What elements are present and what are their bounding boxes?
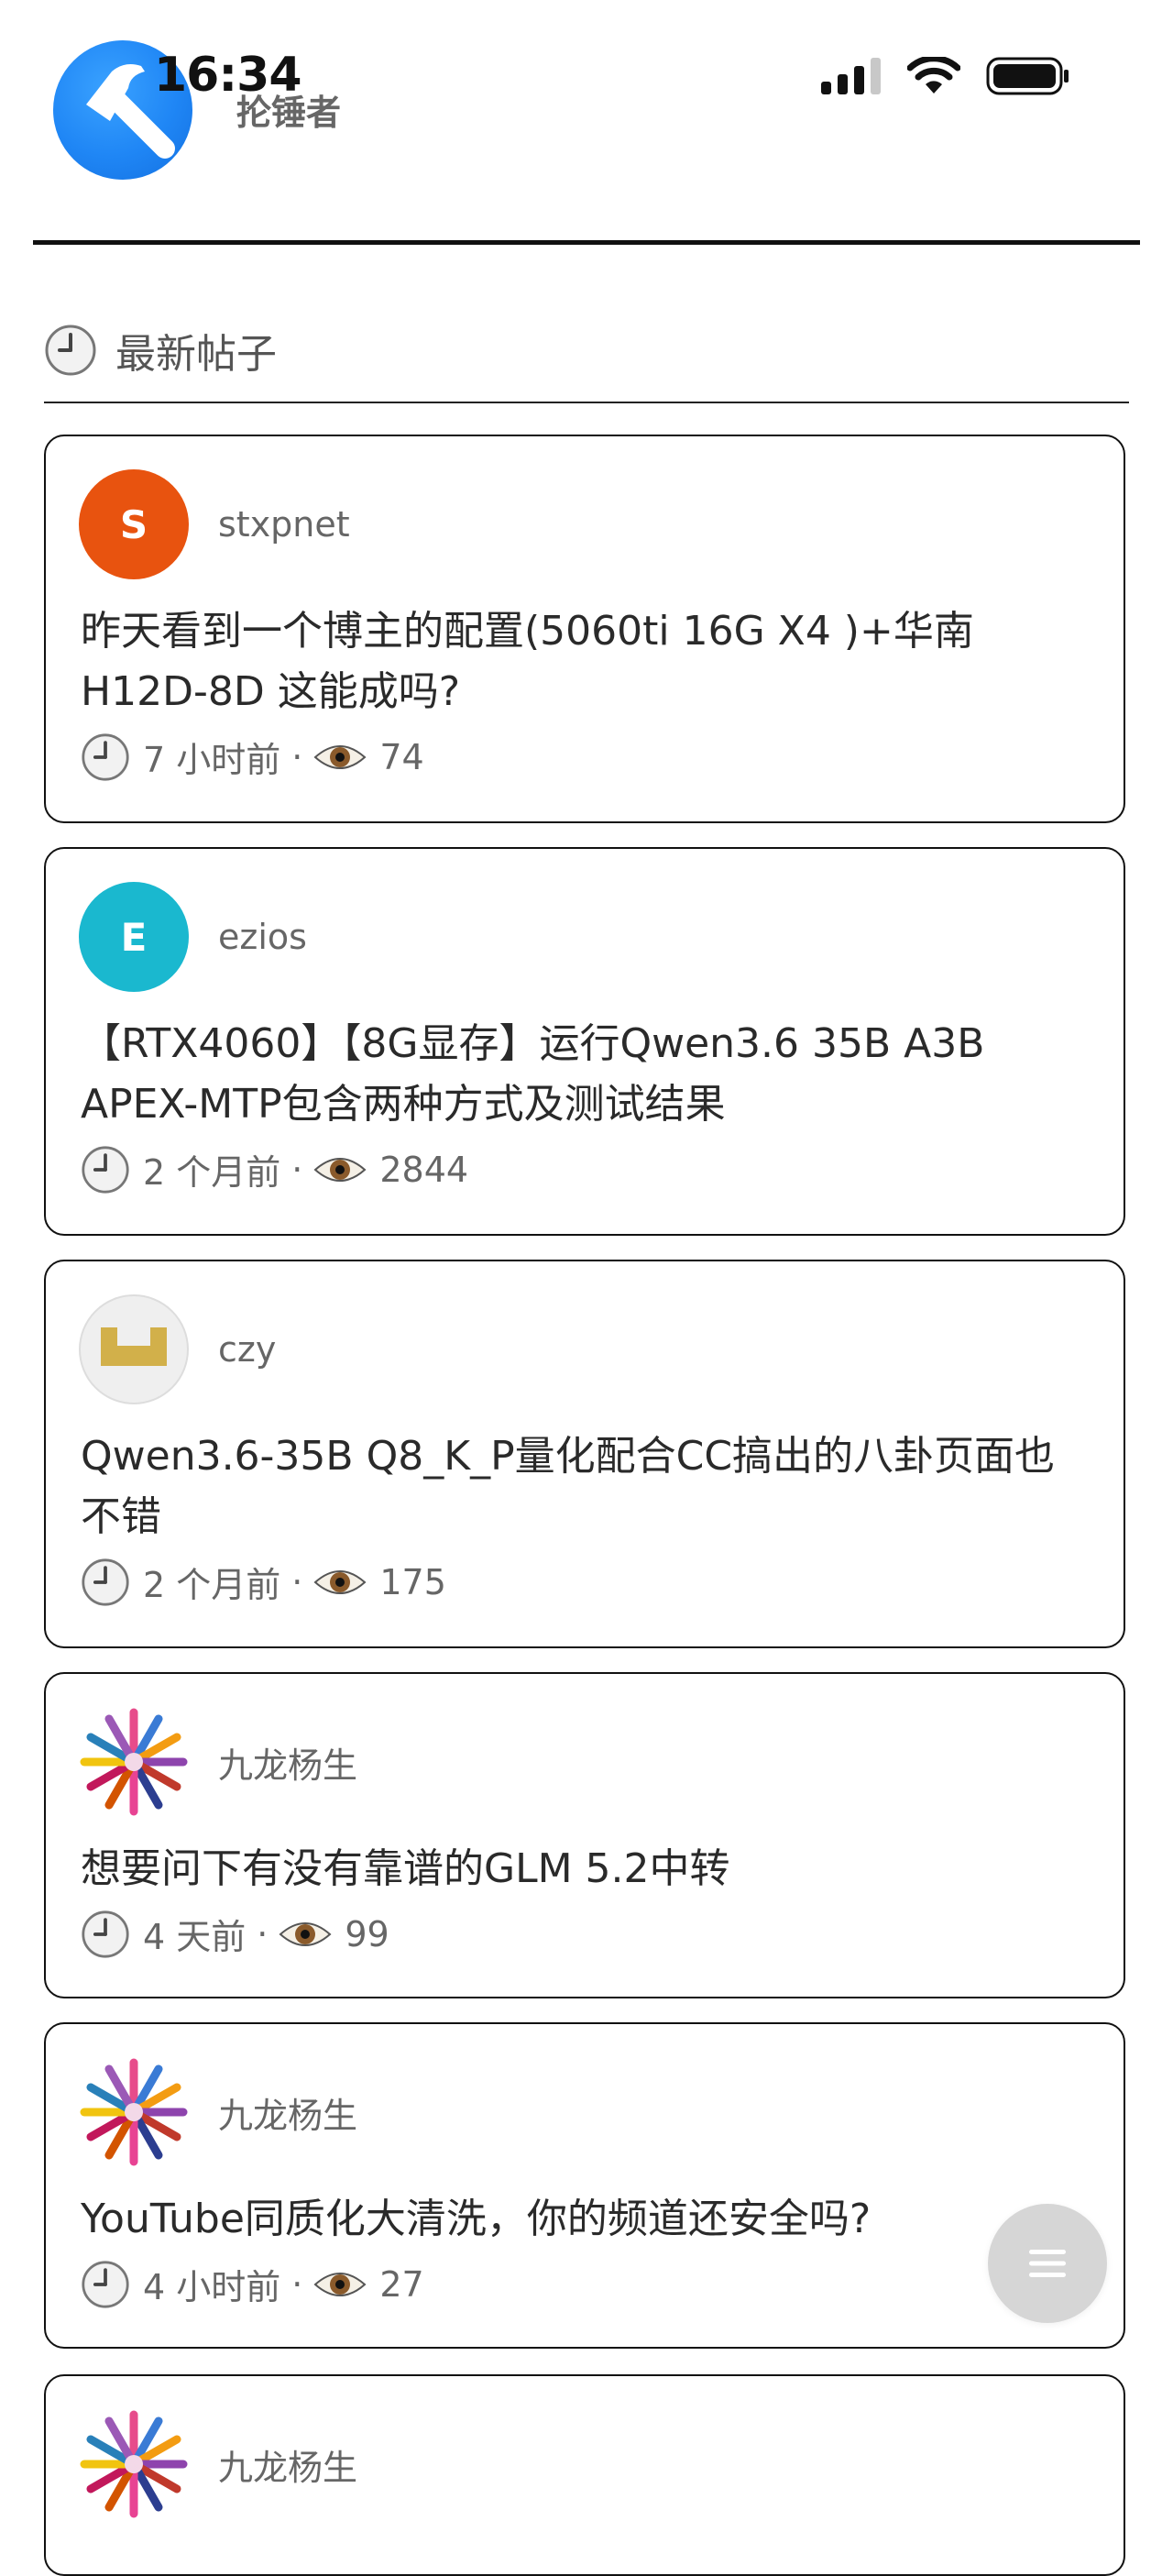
wifi-icon [907,57,960,94]
post-title[interactable]: 【RTX4060】【8G显存】运行Qwen3.6 35B A3B APEX-MT… [81,1014,1087,1135]
post-views: 175 [379,1561,446,1602]
post-time: 4 天前 [143,1917,247,1957]
post-title[interactable]: YouTube同质化大清洗，你的频道还安全吗? [81,2189,1087,2250]
post-title[interactable]: 昨天看到一个博主的配置(5060ti 16G X4 )+华南H12D-8D 这能… [81,601,1087,722]
post-meta: 4 小时前 · 27 [81,2259,424,2309]
eye-icon [313,2272,367,2296]
post-card[interactable]: czy Qwen3.6-35B Q8_K_P量化配合CC搞出的八卦页面也不错 2… [44,1260,1125,1648]
section-divider [44,402,1129,403]
starburst-avatar [80,2058,188,2166]
identicon-avatar [101,1327,167,1366]
post-card[interactable]: 九龙杨生 [44,2374,1125,2576]
author-name[interactable]: 九龙杨生 [218,1737,357,1788]
post-card[interactable]: 九龙杨生 想要问下有没有靠谱的GLM 5.2中转 4 天前 · 99 [44,1672,1125,1998]
post-time: 4 小时前 [143,2267,281,2307]
eye-icon [313,744,367,769]
meta-separator: · [291,1149,303,1190]
clock-icon [82,1558,129,1606]
avatar-letter: S [119,501,148,547]
starburst-avatar [80,1708,188,1816]
post-time: 2 个月前 [143,1565,281,1605]
avatar[interactable]: E [79,882,189,992]
section-title: 最新帖子 [115,331,277,378]
post-title[interactable]: Qwen3.6-35B Q8_K_P量化配合CC搞出的八卦页面也不错 [81,1426,1087,1547]
status-icons [821,57,1070,95]
author-name[interactable]: stxpnet [218,504,350,545]
post-title[interactable]: 想要问下有没有靠谱的GLM 5.2中转 [81,1839,1087,1899]
author-name[interactable]: 九龙杨生 [218,2439,357,2490]
post-author[interactable]: 九龙杨生 [79,1707,357,1817]
post-meta: 2 个月前 · 175 [81,1557,446,1607]
author-name[interactable]: czy [218,1329,276,1370]
avatar[interactable] [79,1294,189,1404]
post-views: 2844 [379,1149,469,1190]
post-views: 74 [379,736,424,777]
post-author[interactable]: S stxpnet [79,469,350,579]
starburst-avatar [80,2410,188,2518]
meta-separator: · [257,1913,269,1954]
clock-icon [82,732,129,781]
avatar[interactable] [79,2057,189,2167]
eye-icon [313,1569,367,1594]
post-meta: 4 天前 · 99 [81,1909,389,1959]
post-meta: 7 小时前 · 74 [81,732,424,782]
post-time: 7 小时前 [143,740,281,780]
post-author[interactable]: czy [79,1294,276,1404]
eye-icon [313,1157,367,1182]
author-name[interactable]: 九龙杨生 [218,2087,357,2138]
clock-icon [82,2260,129,2308]
post-author[interactable]: E ezios [79,882,307,992]
eye-icon [279,1921,332,1946]
post-author[interactable]: 九龙杨生 [79,2057,357,2167]
avatar-letter: E [120,914,148,960]
avatar[interactable] [79,1707,189,1817]
battery-icon [986,57,1069,95]
clock-icon [45,325,96,376]
section-heading: 最新帖子 [44,321,277,380]
post-views: 27 [379,2263,424,2305]
avatar[interactable] [79,2409,189,2519]
signal-icon [821,58,881,94]
header-divider [33,240,1140,245]
post-card[interactable]: E ezios 【RTX4060】【8G显存】运行Qwen3.6 35B A3B… [44,847,1125,1236]
floating-menu-button[interactable] [988,2204,1107,2323]
meta-separator: · [291,736,303,777]
post-time: 2 个月前 [143,1152,281,1193]
post-views: 99 [345,1913,389,1954]
status-time: 16:34 [154,48,302,103]
clock-icon [82,1910,129,1958]
post-author[interactable]: 九龙杨生 [79,2409,357,2519]
avatar[interactable]: S [79,469,189,579]
meta-separator: · [291,1561,303,1602]
post-card[interactable]: S stxpnet 昨天看到一个博主的配置(5060ti 16G X4 )+华南… [44,435,1125,823]
clock-icon [82,1145,129,1194]
author-name[interactable]: ezios [218,917,307,957]
post-meta: 2 个月前 · 2844 [81,1144,468,1194]
post-card[interactable]: 九龙杨生 YouTube同质化大清洗，你的频道还安全吗? 4 小时前 · 27 [44,2022,1125,2349]
menu-icon [1029,2250,1066,2277]
meta-separator: · [291,2263,303,2305]
